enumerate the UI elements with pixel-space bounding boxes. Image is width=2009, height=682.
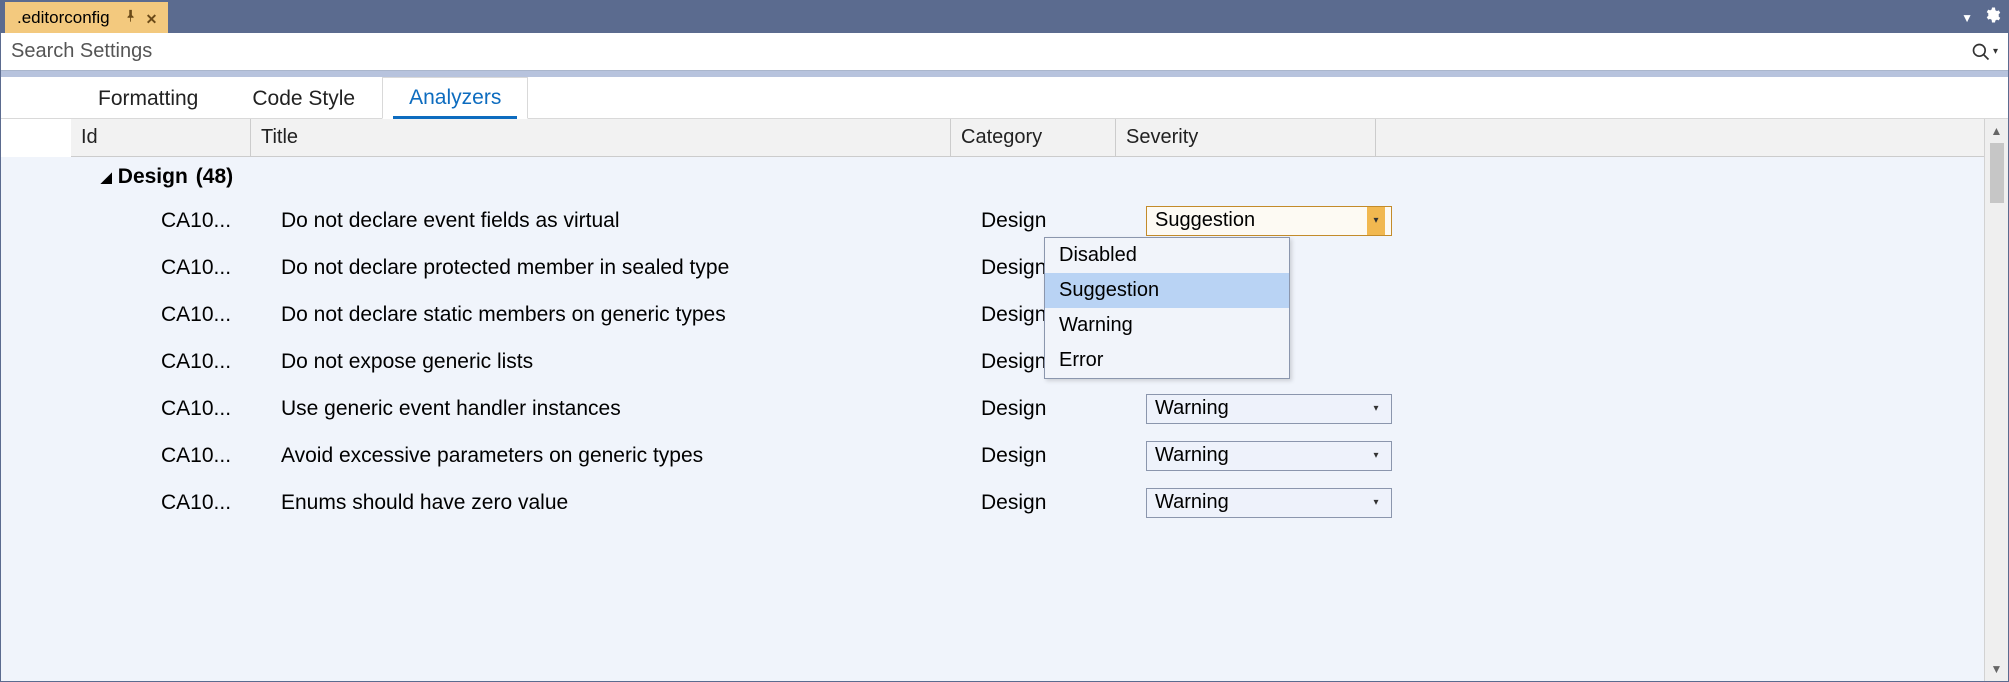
rule-category: Design [981, 397, 1146, 421]
editor-window: .editorconfig ✕ ▼ ▾ Formatting [0, 0, 2009, 682]
scroll-up-icon[interactable]: ▲ [1985, 119, 2008, 143]
rule-title: Do not declare static members on generic… [281, 303, 981, 327]
col-header-title[interactable]: Title [251, 119, 951, 156]
severity-dropdown: DisabledSuggestionWarningError [1044, 237, 1290, 379]
rule-severity-cell: Warning ▾ [1146, 488, 1406, 518]
rule-row[interactable]: CA10...Use generic event handler instanc… [101, 385, 1984, 432]
rule-row[interactable]: CA10...Do not expose generic listsDesign [101, 338, 1984, 385]
group-name: Design [118, 165, 188, 189]
nav-tabs: Formatting Code Style Analyzers [1, 77, 2008, 119]
pin-icon[interactable] [124, 8, 138, 28]
rule-title: Do not expose generic lists [281, 350, 981, 374]
scroll-thumb[interactable] [1990, 143, 2004, 203]
severity-select[interactable]: Suggestion ▾ [1146, 206, 1392, 236]
col-header-id[interactable]: Id [71, 119, 251, 156]
col-header-spacer [1376, 119, 1984, 156]
search-icon[interactable]: ▾ [1971, 42, 1998, 62]
rule-severity-cell: Warning ▾ [1146, 394, 1406, 424]
dropdown-item[interactable]: Error [1045, 343, 1289, 378]
rule-category: Design [981, 444, 1146, 468]
severity-select[interactable]: Warning ▾ [1146, 488, 1392, 518]
rule-id: CA10... [161, 209, 281, 233]
severity-value: Warning [1155, 444, 1229, 467]
rule-category: Design [981, 209, 1146, 233]
search-input[interactable] [11, 40, 1971, 63]
severity-value: Warning [1155, 397, 1229, 420]
grid-body: ◢ Design (48) CA10...Do not declare even… [1, 157, 1984, 681]
rule-title: Avoid excessive parameters on generic ty… [281, 444, 981, 468]
rule-id: CA10... [161, 397, 281, 421]
tab-analyzers[interactable]: Analyzers [382, 77, 528, 119]
window-menu-chevron-icon[interactable]: ▼ [1961, 11, 1973, 25]
scroll-down-icon[interactable]: ▼ [1985, 657, 2008, 681]
group-count: (48) [196, 165, 233, 189]
rule-severity-cell: Warning ▾ [1146, 441, 1406, 471]
severity-value: Warning [1155, 491, 1229, 514]
rule-id: CA10... [161, 256, 281, 280]
severity-select[interactable]: Warning ▾ [1146, 441, 1392, 471]
rule-title: Do not declare event fields as virtual [281, 209, 981, 233]
tab-code-style[interactable]: Code Style [225, 78, 382, 119]
rule-title: Enums should have zero value [281, 491, 981, 515]
rule-id: CA10... [161, 444, 281, 468]
rule-id: CA10... [161, 303, 281, 327]
expand-collapse-icon[interactable]: ◢ [101, 169, 112, 186]
gear-icon[interactable] [1983, 6, 2001, 29]
vertical-scrollbar[interactable]: ▲ ▼ [1984, 119, 2008, 681]
search-bar: ▾ [1, 33, 2008, 71]
rule-row[interactable]: CA10...Do not declare static members on … [101, 291, 1984, 338]
chevron-down-icon[interactable]: ▾ [1367, 442, 1385, 470]
title-bar: .editorconfig ✕ ▼ [0, 0, 2009, 33]
rule-row[interactable]: CA10...Do not declare protected member i… [101, 244, 1984, 291]
chevron-down-icon[interactable]: ▾ [1367, 395, 1385, 423]
document-tab[interactable]: .editorconfig ✕ [5, 2, 168, 33]
close-icon[interactable]: ✕ [146, 11, 160, 25]
document-tab-label: .editorconfig [17, 8, 110, 28]
grid-header: Id Title Category Severity [71, 119, 1984, 157]
severity-select[interactable]: Warning ▾ [1146, 394, 1392, 424]
chevron-down-icon[interactable]: ▾ [1367, 207, 1385, 235]
rule-title: Do not declare protected member in seale… [281, 256, 981, 280]
group-row[interactable]: ◢ Design (48) [101, 157, 1984, 197]
dropdown-item[interactable]: Disabled [1045, 238, 1289, 273]
col-header-category[interactable]: Category [951, 119, 1116, 156]
content-area: ▾ Formatting Code Style Analyzers Id Tit… [0, 33, 2009, 682]
chevron-down-icon[interactable]: ▾ [1367, 489, 1385, 517]
col-header-severity[interactable]: Severity [1116, 119, 1376, 156]
rule-id: CA10... [161, 350, 281, 374]
severity-value: Suggestion [1155, 209, 1255, 232]
rule-severity-cell: Suggestion ▾ [1146, 206, 1406, 236]
rule-row[interactable]: CA10...Do not declare event fields as vi… [101, 197, 1984, 244]
rule-row[interactable]: CA10...Avoid excessive parameters on gen… [101, 432, 1984, 479]
rule-category: Design [981, 491, 1146, 515]
rule-row[interactable]: CA10...Enums should have zero valueDesig… [101, 479, 1984, 526]
dropdown-item[interactable]: Warning [1045, 308, 1289, 343]
rule-title: Use generic event handler instances [281, 397, 981, 421]
tab-formatting[interactable]: Formatting [71, 78, 225, 119]
dropdown-item[interactable]: Suggestion [1045, 273, 1289, 308]
rule-id: CA10... [161, 491, 281, 515]
